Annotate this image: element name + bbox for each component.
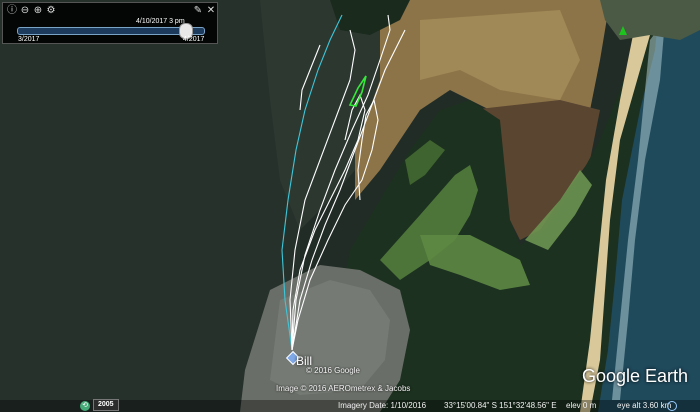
zoom-in-icon[interactable]: ⊕ [33, 6, 43, 16]
time-start-label: 3/2017 [18, 36, 40, 43]
time-end-label: 4/2017 [183, 36, 205, 43]
elevation-readout: elev 0 m [566, 401, 597, 410]
zoom-out-icon[interactable]: ⊖ [20, 6, 30, 16]
time-slider-panel[interactable]: ⓘ ⊖ ⊕ ⚙ ✎ ✕ 4/10/2017 3 pm 3/2017 4/2017 [2, 2, 218, 44]
streaming-status-icon [667, 401, 677, 411]
imagery-date: Imagery Date: 1/10/2016 [338, 401, 427, 410]
placemark-pin-icon[interactable] [619, 26, 627, 35]
historical-year-badge[interactable]: 2005 [93, 399, 119, 411]
eye-altitude-readout: eye alt 3.60 km [617, 401, 672, 410]
status-bar: ⟲ 2005 Imagery Date: 1/10/2016 33°15'00.… [0, 399, 700, 412]
coordinates-readout: 33°15'00.84" S 151°32'48.56" E [444, 401, 557, 410]
close-icon[interactable]: ✕ [206, 6, 216, 16]
info-icon[interactable]: ⓘ [7, 6, 17, 16]
historical-imagery-icon[interactable]: ⟲ [80, 401, 90, 411]
map-viewport[interactable]: ⓘ ⊖ ⊕ ⚙ ✎ ✕ 4/10/2017 3 pm 3/2017 4/2017… [0, 0, 700, 412]
wrench-icon[interactable]: ✎ [193, 6, 203, 16]
copyright-google: © 2016 Google [306, 366, 360, 375]
copyright-imagery: Image © 2016 AEROmetrex & Jacobs [276, 384, 411, 393]
settings-icon[interactable]: ⚙ [46, 6, 56, 16]
google-earth-logo: Google Earth [582, 366, 689, 386]
time-current-label: 4/10/2017 3 pm [136, 18, 185, 25]
satellite-map[interactable] [0, 0, 700, 412]
time-slider-track[interactable] [17, 27, 205, 35]
